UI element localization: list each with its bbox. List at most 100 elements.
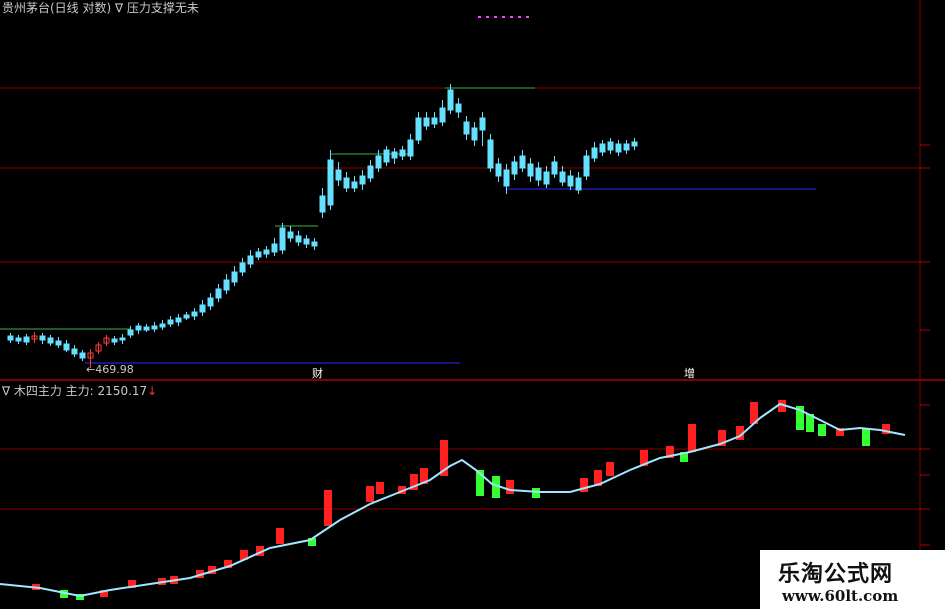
candle-body bbox=[159, 323, 166, 328]
candle-body bbox=[303, 238, 310, 245]
candle-body bbox=[183, 314, 190, 319]
candle-body bbox=[279, 227, 286, 251]
candle-body bbox=[399, 149, 406, 157]
candlestick-series bbox=[7, 84, 638, 368]
histogram-bar-up bbox=[366, 486, 374, 502]
candle-body bbox=[367, 165, 374, 179]
histogram-bar-down bbox=[532, 488, 540, 498]
candle-body bbox=[447, 89, 454, 111]
candle-body bbox=[391, 151, 398, 159]
candle-body bbox=[455, 103, 462, 113]
candle-body bbox=[55, 340, 62, 346]
kline-chart-canvas[interactable] bbox=[0, 0, 945, 609]
histogram-bar-up bbox=[688, 424, 696, 452]
candle-body bbox=[271, 243, 278, 253]
candle-body bbox=[47, 337, 54, 344]
dot-marker bbox=[510, 16, 513, 18]
histogram-bar-down bbox=[862, 428, 870, 446]
candle-body bbox=[575, 177, 582, 191]
indicator-title: ∇ 压力支撑无未 bbox=[115, 1, 199, 15]
candle-body bbox=[7, 335, 14, 341]
candle-body bbox=[511, 161, 518, 175]
histogram-bar-up bbox=[606, 462, 614, 476]
candle-body bbox=[551, 161, 558, 175]
candle-body bbox=[247, 255, 254, 265]
candle-body bbox=[311, 241, 318, 247]
dot-marker bbox=[486, 16, 489, 18]
arrow-down-icon: ↓ bbox=[147, 384, 158, 398]
candle-body bbox=[143, 326, 150, 331]
candle-body bbox=[199, 304, 206, 313]
dot-marker bbox=[494, 16, 497, 18]
candle-body bbox=[631, 141, 638, 147]
candle-body bbox=[295, 235, 302, 243]
candle-body bbox=[39, 335, 46, 341]
event-marker-cai[interactable]: 财 bbox=[312, 367, 323, 381]
candle-body bbox=[375, 155, 382, 169]
candle-body bbox=[231, 271, 238, 283]
watermark-name: 乐淘公式网 bbox=[778, 562, 894, 587]
candle-body bbox=[599, 143, 606, 153]
candle-body bbox=[175, 317, 182, 323]
candle-body bbox=[335, 169, 342, 181]
candle-body bbox=[23, 336, 30, 343]
candle-body bbox=[615, 143, 622, 153]
sub-indicator-title: ∇ 木四主力 主力: 2150.17↓ bbox=[2, 384, 157, 398]
candle-body bbox=[623, 143, 630, 151]
histogram-bar-up bbox=[376, 482, 384, 494]
candle-body bbox=[407, 139, 414, 157]
low-price-label: ←469.98 bbox=[86, 363, 134, 376]
candle-body bbox=[415, 117, 422, 141]
histogram-bar-down bbox=[818, 424, 826, 436]
candle-body bbox=[479, 117, 486, 131]
candle-body bbox=[15, 337, 22, 342]
candle-body bbox=[583, 155, 590, 177]
candle-body bbox=[503, 169, 510, 187]
candle-body bbox=[423, 117, 430, 127]
pressure-support-lines bbox=[0, 16, 816, 364]
candle-body bbox=[567, 175, 574, 187]
candle-body bbox=[287, 231, 294, 239]
candle-body bbox=[359, 175, 366, 185]
watermark: 乐淘公式网 www.60lt.com bbox=[760, 550, 945, 609]
candle-body bbox=[431, 117, 438, 125]
candle-body bbox=[519, 155, 526, 169]
candle-body bbox=[543, 171, 550, 185]
candle-body bbox=[383, 149, 390, 163]
candle-body bbox=[487, 139, 494, 169]
candle-body bbox=[223, 279, 230, 291]
candle-body bbox=[127, 329, 134, 336]
candle-body bbox=[79, 352, 86, 359]
candle-body bbox=[319, 195, 326, 213]
series-label: 主力: bbox=[65, 384, 94, 398]
dot-marker bbox=[526, 16, 529, 18]
candle-body bbox=[439, 107, 446, 123]
candle-body bbox=[63, 343, 70, 351]
watermark-url: www.60lt.com bbox=[782, 587, 899, 605]
series-value: 2150.17 bbox=[97, 384, 148, 398]
candle-body bbox=[151, 325, 158, 330]
candle-body bbox=[559, 171, 566, 183]
event-marker-zeng[interactable]: 增 bbox=[684, 367, 695, 381]
candle-body bbox=[351, 181, 358, 189]
chart-title: 贵州茅台(日线 对数) ∇ 压力支撑无未 bbox=[2, 1, 199, 15]
candle-body bbox=[119, 337, 126, 341]
chart-grid bbox=[0, 0, 945, 609]
candle-body bbox=[591, 147, 598, 159]
candle-body bbox=[263, 249, 270, 255]
histogram-bar-up bbox=[276, 528, 284, 544]
candle-body bbox=[327, 159, 334, 206]
dot-marker bbox=[502, 16, 505, 18]
candle-body bbox=[607, 141, 614, 151]
candle-body bbox=[191, 311, 198, 317]
candle-body bbox=[71, 348, 78, 355]
candle-body bbox=[343, 177, 350, 189]
histogram-bar-up bbox=[506, 480, 514, 494]
candle-body bbox=[527, 163, 534, 177]
candle-body bbox=[215, 288, 222, 299]
candle-body bbox=[463, 121, 470, 135]
candle-body bbox=[167, 319, 174, 325]
histogram-bar-up bbox=[324, 490, 332, 526]
candle-body bbox=[471, 127, 478, 141]
candle-body bbox=[535, 167, 542, 181]
